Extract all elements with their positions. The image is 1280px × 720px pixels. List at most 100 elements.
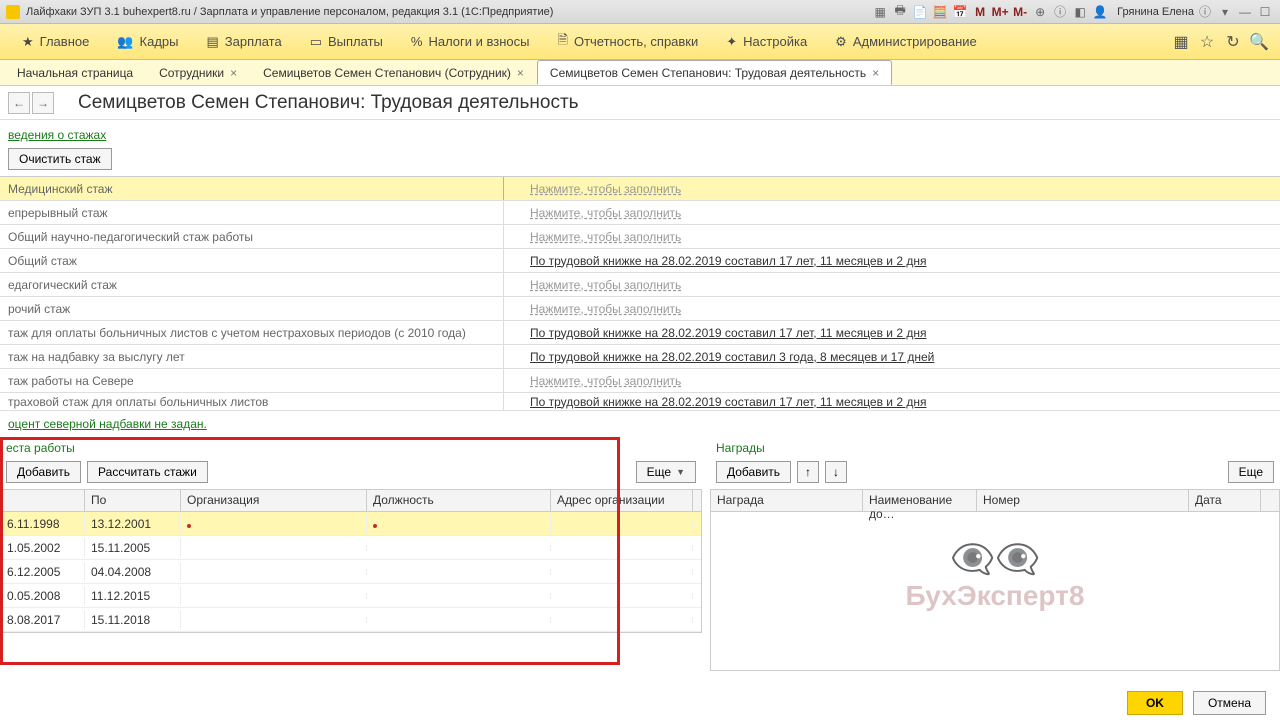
tab[interactable]: Сотрудники ×: [146, 60, 250, 85]
menu-main[interactable]: ★Главное: [8, 24, 103, 59]
search-icon[interactable]: 🔍: [1246, 29, 1272, 55]
stazh-label: таж работы на Севере: [0, 369, 504, 392]
stazh-label: Медицинский стаж: [0, 177, 504, 200]
col-award[interactable]: Награда: [711, 490, 863, 511]
stazh-value-link[interactable]: По трудовой книжке на 28.02.2019 состави…: [530, 350, 934, 364]
table-row[interactable]: 6.11.199813.12.2001: [1, 512, 701, 536]
col-number[interactable]: Номер: [977, 490, 1189, 511]
menu-personnel[interactable]: 👥Кадры: [103, 24, 192, 59]
northern-link[interactable]: оцент северной надбавки не задан.: [0, 411, 1280, 437]
stazh-label: таж на надбавку за выслугу лет: [0, 345, 504, 368]
stazh-row[interactable]: таж работы на Севере Нажмите, чтобы запол…: [0, 369, 1280, 393]
tb-icon[interactable]: M-: [1011, 3, 1029, 21]
stazh-row[interactable]: Общий научно-педагогический стаж работы Н…: [0, 225, 1280, 249]
stazh-label: епрерывный стаж: [0, 201, 504, 224]
stazh-section-title[interactable]: ведения о стажах: [0, 120, 1280, 146]
stazh-value-link[interactable]: Нажмите, чтобы заполнить: [530, 278, 681, 292]
calc-stazh-button[interactable]: Рассчитать стажи: [87, 461, 208, 483]
stazh-row[interactable]: таж на надбавку за выслугу лет По трудово…: [0, 345, 1280, 369]
col-address[interactable]: Адрес организации: [551, 490, 693, 511]
menu-admin[interactable]: ⚙Администрирование: [821, 24, 991, 59]
move-down-button[interactable]: ↓: [825, 461, 847, 483]
stazh-row[interactable]: Медицинский стаж Нажмите, чтобы заполнить: [0, 177, 1280, 201]
stazh-value-link[interactable]: По трудовой книжке на 28.02.2019 состави…: [530, 254, 926, 268]
stazh-value-link[interactable]: По трудовой книжке на 28.02.2019 состави…: [530, 326, 926, 340]
tab-label: Сотрудники: [159, 66, 224, 80]
tab[interactable]: Начальная страница: [4, 60, 146, 85]
stazh-value-link[interactable]: Нажмите, чтобы заполнить: [530, 230, 681, 244]
stazh-row[interactable]: таж для оплаты больничных листов с учето…: [0, 321, 1280, 345]
col-org[interactable]: Организация: [181, 490, 367, 511]
apps-icon[interactable]: ▦: [1168, 29, 1194, 55]
tb-icon[interactable]: ⊕: [1031, 3, 1049, 21]
tab-label: Семицветов Семен Степанович (Сотрудник): [263, 66, 511, 80]
app-icon: [6, 5, 20, 19]
stazh-value-link[interactable]: Нажмите, чтобы заполнить: [530, 302, 681, 316]
menu-taxes[interactable]: %Налоги и взносы: [397, 24, 544, 59]
more-button[interactable]: Еще: [1228, 461, 1274, 483]
col-from[interactable]: [1, 490, 85, 511]
close-icon[interactable]: ×: [230, 66, 237, 80]
stazh-label: едагогический стаж: [0, 273, 504, 296]
cancel-button[interactable]: Отмена: [1193, 691, 1266, 715]
stazh-value-link[interactable]: Нажмите, чтобы заполнить: [530, 182, 681, 196]
watermark: 👁‍🗨👁‍🗨 БухЭксперт8: [906, 538, 1085, 612]
tb-icon[interactable]: 📄: [911, 3, 929, 21]
menu-salary[interactable]: ▤Зарплата: [192, 24, 295, 59]
stazh-label: Общий научно-педагогический стаж работы: [0, 225, 504, 248]
tb-icon[interactable]: M+: [991, 3, 1009, 21]
workplaces-title: еста работы: [0, 437, 702, 461]
tab-label: Начальная страница: [17, 66, 133, 80]
table-row[interactable]: 1.05.200215.11.2005: [1, 536, 701, 560]
nav-back[interactable]: ←: [8, 92, 30, 114]
tb-icon[interactable]: 🖶: [891, 3, 909, 21]
window-title: Лайфхаки ЗУП 3.1 buhexpert8.ru / Зарплат…: [26, 6, 553, 18]
tab[interactable]: Семицветов Семен Степанович: Трудовая де…: [537, 60, 892, 85]
stazh-value-link[interactable]: По трудовой книжке на 28.02.2019 состави…: [530, 395, 926, 409]
history-icon[interactable]: ↻: [1220, 29, 1246, 55]
tb-icon[interactable]: ▦: [871, 3, 889, 21]
stazh-label: таж для оплаты больничных листов с учето…: [0, 321, 504, 344]
tb-icon[interactable]: 🧮: [931, 3, 949, 21]
add-workplace-button[interactable]: Добавить: [6, 461, 81, 483]
stazh-row[interactable]: рочий стажНажмите, чтобы заполнить: [0, 297, 1280, 321]
table-row[interactable]: 8.08.201715.11.2018: [1, 608, 701, 632]
stazh-row[interactable]: едагогический стаж Нажмите, чтобы заполни…: [0, 273, 1280, 297]
ok-button[interactable]: OK: [1127, 691, 1183, 715]
nav-forward[interactable]: →: [32, 92, 54, 114]
tb-icon[interactable]: M: [971, 3, 989, 21]
stazh-row[interactable]: траховой стаж для оплаты больничных лист…: [0, 393, 1280, 411]
stazh-row[interactable]: епрерывный стаж Нажмите, чтобы заполнить: [0, 201, 1280, 225]
stazh-row[interactable]: Общий стаж По трудовой книжке на 28.02.20…: [0, 249, 1280, 273]
favorite-icon[interactable]: ☆: [1194, 29, 1220, 55]
clear-stazh-button[interactable]: Очистить стаж: [8, 148, 112, 170]
more-button[interactable]: Еще▼: [636, 461, 696, 483]
tab[interactable]: Семицветов Семен Степанович (Сотрудник) ×: [250, 60, 537, 85]
maximize-icon[interactable]: ☐: [1256, 3, 1274, 21]
menu-payments[interactable]: ▭Выплаты: [296, 24, 397, 59]
stazh-value-link[interactable]: Нажмите, чтобы заполнить: [530, 374, 681, 388]
close-icon[interactable]: ×: [872, 66, 879, 80]
page-title: Семицветов Семен Степанович: Трудовая де…: [78, 92, 579, 114]
minimize-icon[interactable]: —: [1236, 3, 1254, 21]
menu-reports[interactable]: 🗎Отчетность, справки: [544, 24, 713, 59]
tb-icon[interactable]: ◧: [1071, 3, 1089, 21]
table-row[interactable]: 6.12.200504.04.2008: [1, 560, 701, 584]
col-docname[interactable]: Наименование до…: [863, 490, 977, 511]
stazh-label: Общий стаж: [0, 249, 504, 272]
tab-label: Семицветов Семен Степанович: Трудовая де…: [550, 66, 866, 80]
tb-icon[interactable]: ⓘ: [1051, 3, 1069, 21]
stazh-value-link[interactable]: Нажмите, чтобы заполнить: [530, 206, 681, 220]
close-icon[interactable]: ×: [517, 66, 524, 80]
move-up-button[interactable]: ↑: [797, 461, 819, 483]
tb-icon[interactable]: 📅: [951, 3, 969, 21]
col-date[interactable]: Дата: [1189, 490, 1261, 511]
col-position[interactable]: Должность: [367, 490, 551, 511]
table-row[interactable]: 0.05.200811.12.2015: [1, 584, 701, 608]
col-to[interactable]: По: [85, 490, 181, 511]
add-award-button[interactable]: Добавить: [716, 461, 791, 483]
help-icon[interactable]: ⓘ: [1196, 3, 1214, 21]
awards-title: Награды: [710, 437, 1280, 461]
dropdown-icon[interactable]: ▾: [1216, 3, 1234, 21]
menu-settings[interactable]: ✦Настройка: [712, 24, 821, 59]
